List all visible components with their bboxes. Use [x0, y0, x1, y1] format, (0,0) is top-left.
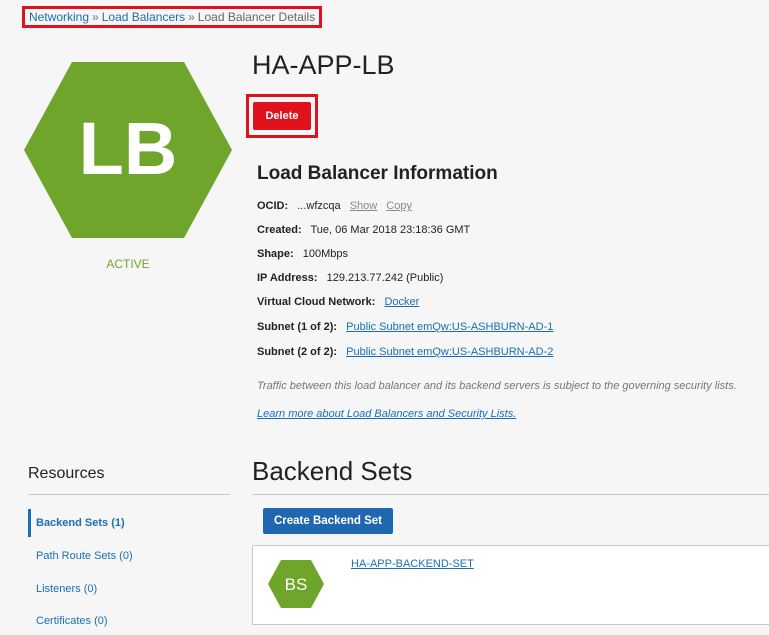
vcn-label: Virtual Cloud Network:	[257, 296, 376, 308]
ip-row: IP Address: 129.213.77.242 (Public)	[257, 272, 443, 284]
backend-set-card	[252, 545, 769, 625]
vcn-link[interactable]: Docker	[384, 296, 419, 308]
ocid-label: OCID:	[257, 200, 289, 212]
ocid-row: OCID: ...wfzcqa Show Copy	[257, 200, 412, 212]
resource-backend-sets[interactable]: Backend Sets (1)	[28, 509, 228, 537]
load-balancer-hexagon-icon: LB	[24, 62, 232, 238]
subnet2-link[interactable]: Public Subnet emQw:US-ASHBURN-AD-2	[346, 346, 553, 358]
shape-row: Shape: 100Mbps	[257, 248, 348, 260]
resources-title: Resources	[28, 465, 105, 482]
resource-certificates[interactable]: Certificates (0)	[28, 607, 228, 635]
breadcrumb: Networking » Load Balancers » Load Balan…	[22, 6, 323, 28]
created-label: Created:	[257, 224, 302, 236]
backend-set-hexagon-icon: BS	[268, 560, 324, 608]
ip-label: IP Address:	[257, 272, 318, 284]
subnet2-label: Subnet (2 of 2):	[257, 346, 338, 358]
breadcrumb-separator: »	[92, 10, 99, 24]
learn-more-link[interactable]: Learn more about Load Balancers and Secu…	[257, 408, 516, 420]
info-heading: Load Balancer Information	[257, 163, 498, 184]
backend-set-link[interactable]: HA-APP-BACKEND-SET	[351, 558, 474, 570]
vcn-row: Virtual Cloud Network: Docker	[257, 296, 419, 308]
shape-value: 100Mbps	[302, 248, 349, 260]
shape-label: Shape:	[257, 248, 294, 260]
created-value: Tue, 06 Mar 2018 23:18:36 GMT	[310, 224, 471, 236]
breadcrumb-current: Load Balancer Details	[197, 10, 316, 24]
breadcrumb-separator: »	[188, 10, 195, 24]
security-note: Traffic between this load balancer and i…	[257, 380, 737, 392]
status-label: ACTIVE	[106, 257, 150, 271]
page-title: HA-APP-LB	[252, 50, 395, 80]
ocid-show-link[interactable]: Show	[350, 200, 378, 212]
create-backend-set-button[interactable]: Create Backend Set	[263, 508, 393, 534]
subnet2-row: Subnet (2 of 2): Public Subnet emQw:US-A…	[257, 346, 553, 358]
resources-divider	[28, 494, 230, 495]
breadcrumb-load-balancers[interactable]: Load Balancers	[102, 9, 185, 25]
resource-path-route-sets[interactable]: Path Route Sets (0)	[28, 542, 228, 570]
resource-listeners[interactable]: Listeners (0)	[28, 575, 228, 603]
ocid-copy-link[interactable]: Copy	[386, 200, 412, 212]
subnet1-label: Subnet (1 of 2):	[257, 321, 338, 333]
subnet1-row: Subnet (1 of 2): Public Subnet emQw:US-A…	[257, 321, 553, 333]
backend-set-initials: BS	[285, 575, 308, 594]
created-row: Created: Tue, 06 Mar 2018 23:18:36 GMT	[257, 224, 470, 236]
backend-sets-divider	[252, 494, 769, 495]
ocid-value: ...wfzcqa	[297, 200, 341, 212]
ip-value: 129.213.77.242 (Public)	[326, 272, 444, 284]
subnet1-link[interactable]: Public Subnet emQw:US-ASHBURN-AD-1	[346, 321, 553, 333]
delete-button-highlight: Delete	[246, 94, 318, 138]
delete-button[interactable]: Delete	[253, 102, 311, 130]
breadcrumb-networking[interactable]: Networking	[29, 9, 89, 25]
backend-sets-heading: Backend Sets	[252, 456, 413, 486]
badge-initials: LB	[79, 107, 178, 190]
